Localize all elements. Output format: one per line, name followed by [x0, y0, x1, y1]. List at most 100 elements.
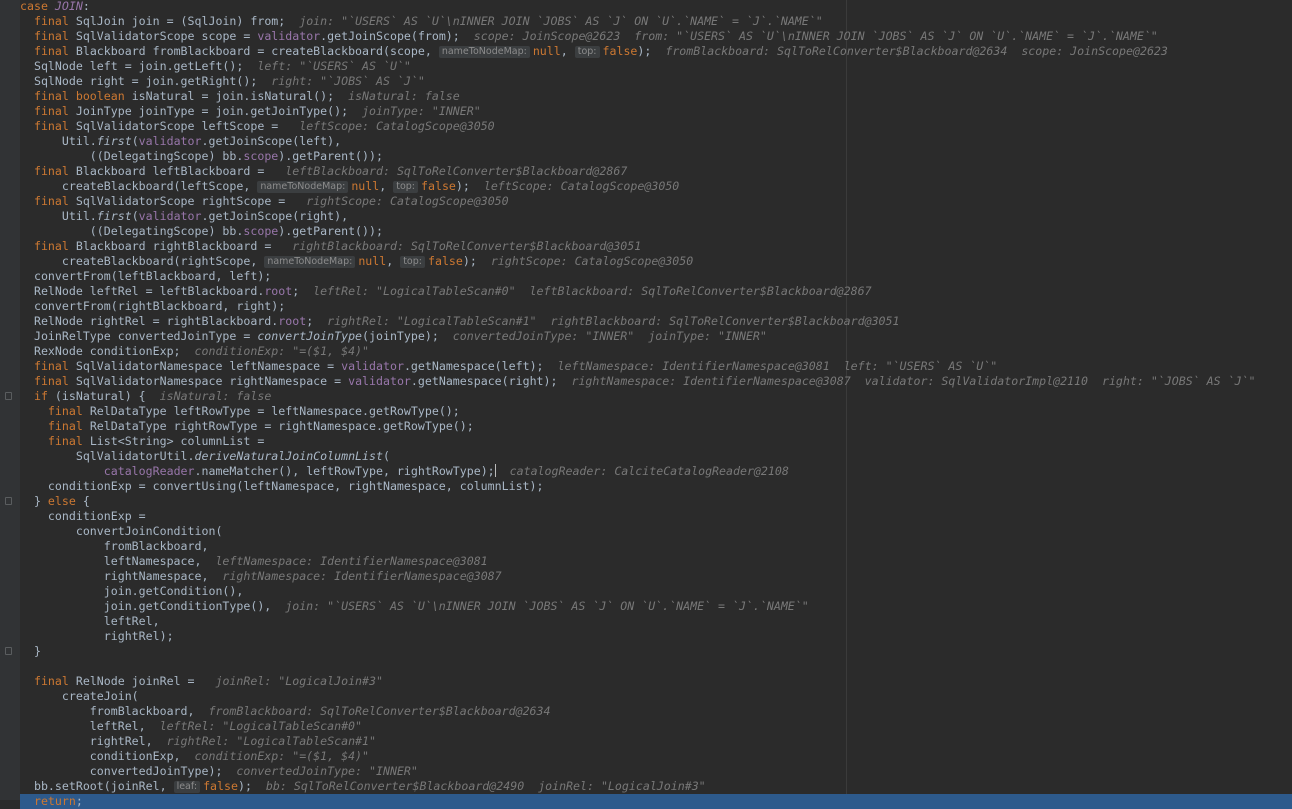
- code-token: SqlValidatorNamespace leftNamespace =: [75, 359, 342, 373]
- code-token: SqlValidatorScope leftScope =: [75, 119, 286, 133]
- code-line[interactable]: conditionExp = convertUsing(leftNamespac…: [20, 479, 1292, 494]
- code-line[interactable]: convertFrom(leftBlackboard, left);: [20, 269, 1292, 284]
- code-line[interactable]: final SqlValidatorNamespace leftNamespac…: [20, 359, 1292, 374]
- code-line[interactable]: rightRel);: [20, 629, 1292, 644]
- code-line[interactable]: leftRel, leftRel: "LogicalTableScan#0": [20, 719, 1292, 734]
- code-line[interactable]: fromBlackboard,: [20, 539, 1292, 554]
- code-token: validator: [348, 374, 411, 388]
- code-token: );: [637, 44, 652, 58]
- code-line[interactable]: fromBlackboard, fromBlackboard: SqlToRel…: [20, 704, 1292, 719]
- code-line[interactable]: final List<String> columnList =: [20, 434, 1292, 449]
- keyword-token: final: [33, 104, 76, 118]
- code-token: root: [264, 284, 293, 298]
- code-line[interactable]: conditionExp, conditionExp: "=($1, $4)": [20, 749, 1292, 764]
- code-line[interactable]: rightRel, rightRel: "LogicalTableScan#1": [20, 734, 1292, 749]
- code-line[interactable]: }: [5, 644, 1292, 659]
- code-line[interactable]: bb.setRoot(joinRel, leaf: false); bb: Sql…: [20, 779, 1292, 794]
- code-token: RelNode rightRel = rightBlackboard.: [20, 314, 279, 328]
- code-line[interactable]: createJoin(: [20, 689, 1292, 704]
- code-line[interactable]: join.getCondition(),: [20, 584, 1292, 599]
- code-line[interactable]: SqlValidatorUtil.deriveNaturalJoinColumn…: [20, 449, 1292, 464]
- code-token: conditionExp = convertUsing(leftNamespac…: [20, 479, 544, 493]
- code-line[interactable]: final SqlValidatorScope rightScope = rig…: [20, 194, 1292, 209]
- code-line[interactable]: final JoinType joinType = join.getJoinTy…: [20, 104, 1292, 119]
- code-token: .getJoinScope(from);: [320, 29, 460, 43]
- fold-marker-icon[interactable]: [5, 647, 12, 655]
- keyword-token: final: [33, 44, 76, 58]
- debug-value-hint: leftNamespace: IdentifierNamespace@3081 …: [543, 359, 998, 373]
- code-line[interactable]: final Blackboard rightBlackboard = right…: [20, 239, 1292, 254]
- code-token: catalogReader: [103, 464, 195, 478]
- code-token: ,: [386, 254, 401, 268]
- keyword-token: false: [427, 254, 463, 268]
- code-token: join.getCondition(),: [20, 584, 244, 598]
- code-token: );: [237, 779, 252, 793]
- parameter-hint-badge: top:: [400, 256, 425, 268]
- code-line[interactable]: if (isNatural) { isNatural: false: [5, 389, 1292, 404]
- code-line[interactable]: final RelDataType rightRowType = rightNa…: [20, 419, 1292, 434]
- code-token: SqlNode right = join.getRight();: [20, 74, 258, 88]
- code-line[interactable]: convertedJoinType); convertedJoinType: "…: [20, 764, 1292, 779]
- code-line[interactable]: JoinRelType convertedJoinType = convertJ…: [20, 329, 1292, 344]
- code-line[interactable]: final SqlJoin join = (SqlJoin) from; joi…: [20, 14, 1292, 29]
- code-line[interactable]: ((DelegatingScope) bb.scope).getParent()…: [20, 149, 1292, 164]
- code-token: RelNode joinRel =: [75, 674, 202, 688]
- code-line[interactable]: RexNode conditionExp; conditionExp: "=($…: [20, 344, 1292, 359]
- code-line[interactable]: convertJoinCondition(: [20, 524, 1292, 539]
- fold-marker-icon[interactable]: [5, 497, 12, 505]
- code-line[interactable]: join.getConditionType(), join: "`USERS` …: [20, 599, 1292, 614]
- debug-value-hint: rightNamespace: IdentifierNamespace@3087…: [557, 374, 1256, 388]
- code-token: deriveNaturalJoinColumnList: [194, 449, 383, 463]
- code-line[interactable]: RelNode rightRel = rightBlackboard.root;…: [20, 314, 1292, 329]
- code-line[interactable]: final RelDataType leftRowType = leftName…: [20, 404, 1292, 419]
- current-execution-line[interactable]: return;: [20, 794, 1292, 809]
- code-token: }: [20, 494, 48, 508]
- code-token: root: [278, 314, 307, 328]
- debug-value-hint: leftScope: CatalogScope@3050: [285, 119, 495, 133]
- code-area[interactable]: case JOIN: final SqlJoin join = (SqlJoin…: [5, 0, 1292, 809]
- code-line[interactable]: createBlackboard(leftScope, nameToNodeMa…: [20, 179, 1292, 194]
- code-line[interactable]: SqlNode left = join.getLeft(); left: "`U…: [20, 59, 1292, 74]
- code-line[interactable]: final RelNode joinRel = joinRel: "Logica…: [20, 674, 1292, 689]
- editor-gutter[interactable]: [0, 0, 20, 800]
- code-line[interactable]: final SqlValidatorScope scope = validato…: [20, 29, 1292, 44]
- code-line[interactable]: RelNode leftRel = leftBlackboard.root; l…: [20, 284, 1292, 299]
- code-line[interactable]: leftRel,: [20, 614, 1292, 629]
- code-line[interactable]: SqlNode right = join.getRight(); right: …: [20, 74, 1292, 89]
- code-line[interactable]: conditionExp =: [20, 509, 1292, 524]
- keyword-token: null: [358, 254, 387, 268]
- code-line[interactable]: createBlackboard(rightScope, nameToNodeM…: [20, 254, 1292, 269]
- code-token: fromBlackboard,: [20, 539, 209, 553]
- debug-value-hint: convertedJoinType: "INNER" joinType: "IN…: [438, 329, 767, 343]
- code-token: leftRel,: [20, 719, 146, 733]
- code-token: JoinType joinType = join.getJoinType();: [75, 104, 349, 118]
- code-line[interactable]: leftNamespace, leftNamespace: Identifier…: [20, 554, 1292, 569]
- code-token: SqlNode left = join.getLeft();: [20, 59, 244, 73]
- code-line[interactable]: final SqlValidatorNamespace rightNamespa…: [20, 374, 1292, 389]
- code-line[interactable]: convertFrom(rightBlackboard, right);: [20, 299, 1292, 314]
- code-line[interactable]: case JOIN:: [20, 0, 1292, 14]
- code-line[interactable]: Util.first(validator.getJoinScope(right)…: [20, 209, 1292, 224]
- code-line[interactable]: catalogReader.nameMatcher(), leftRowType…: [20, 464, 1292, 479]
- code-line[interactable]: ((DelegatingScope) bb.scope).getParent()…: [20, 224, 1292, 239]
- code-line[interactable]: final boolean isNatural = join.isNatural…: [20, 89, 1292, 104]
- code-token: JoinRelType convertedJoinType =: [20, 329, 258, 343]
- code-token: bb.setRoot(joinRel,: [20, 779, 174, 793]
- debug-value-hint: conditionExp: "=($1, $4)": [180, 749, 370, 763]
- code-line[interactable]: [20, 659, 1292, 674]
- code-line[interactable]: final SqlValidatorScope leftScope = left…: [20, 119, 1292, 134]
- code-line[interactable]: rightNamespace, rightNamespace: Identifi…: [20, 569, 1292, 584]
- code-line[interactable]: final Blackboard leftBlackboard = leftBl…: [20, 164, 1292, 179]
- code-line[interactable]: Util.first(validator.getJoinScope(left),: [20, 134, 1292, 149]
- code-line[interactable]: } else {: [5, 494, 1292, 509]
- debug-value-hint: right: "`JOBS` AS `J`": [257, 74, 425, 88]
- fold-marker-icon[interactable]: [5, 392, 12, 400]
- code-line[interactable]: final Blackboard fromBlackboard = create…: [20, 44, 1292, 59]
- code-editor[interactable]: case JOIN: final SqlJoin join = (SqlJoin…: [0, 0, 1292, 809]
- code-token: rightNamespace,: [20, 569, 209, 583]
- code-token: SqlValidatorUtil.: [20, 449, 195, 463]
